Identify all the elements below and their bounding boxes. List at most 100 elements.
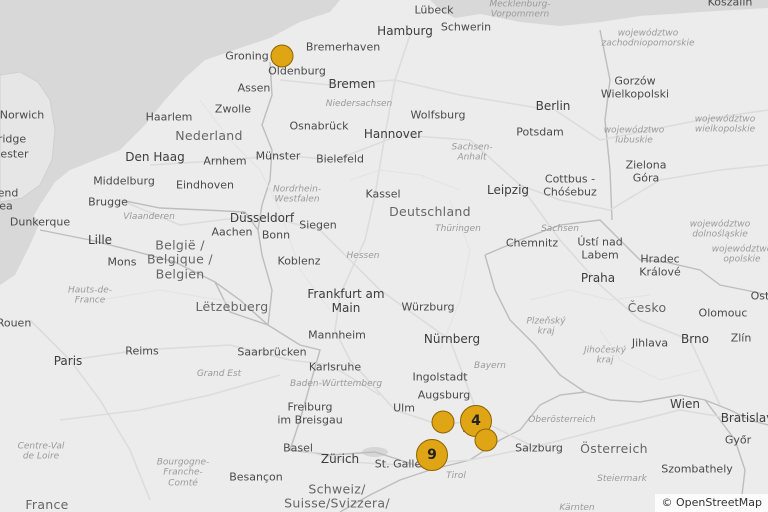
map-label-plzensky: Plzeňský kraj <box>526 316 566 337</box>
map-label-koszalin: Koszalin <box>707 0 753 9</box>
map-label-haarlem: Haarlem <box>145 110 193 124</box>
map-label-zuerich: Zürich <box>320 452 360 467</box>
map-label-salzburg: Salzburg <box>515 441 563 455</box>
map-label-koblenz: Koblenz <box>277 254 321 268</box>
map-label-frankfurt: Frankfurt am Main <box>307 287 385 315</box>
map-label-wien: Wien <box>670 397 700 412</box>
map-label-zachodnio: województwo zachodniopomorskie <box>601 28 695 49</box>
map-label-opolskie: województwo opolskie <box>711 244 768 265</box>
map-label-bremen: Bremen <box>328 77 376 92</box>
map-label-freiburg: Freiburg im Breisgau <box>277 400 343 426</box>
map-label-gorzow: Gorzów Wielkopolski <box>600 74 670 100</box>
map-label-centrevaldeloire: Centre-Val de Loire <box>17 441 65 462</box>
map-attribution[interactable]: © OpenStreetMap <box>655 494 768 512</box>
map-label-zlin: Zlín <box>730 331 752 345</box>
map-label-nederland: Nederland <box>175 127 243 143</box>
map-label-jihocesky: Jihočeský kraj <box>583 345 627 366</box>
map-label-cesko: Česko <box>627 299 667 315</box>
map-label-bonn: Bonn <box>261 228 291 242</box>
map-label-arnhem: Arnhem <box>203 154 247 168</box>
map-label-ulm: Ulm <box>393 401 415 415</box>
map-marker-groningen[interactable] <box>270 44 294 68</box>
map-label-wolfsburg: Wolfsburg <box>410 108 466 122</box>
map-label-hautsdefrance: Hauts-de- France <box>68 285 112 306</box>
map-label-steiermark: Steiermark <box>597 473 647 484</box>
map-label-karnten: Kärnten <box>559 502 595 512</box>
map-label-middelburg: Middelburg <box>93 174 155 188</box>
map-label-end: end <box>0 186 19 200</box>
map-label-aachen: Aachen <box>211 225 253 239</box>
map-label-france: France <box>25 496 69 512</box>
map-label-hradec: Hradec Králové <box>639 252 681 278</box>
map-label-schweiz: Schweiz/ Suisse/Svizzera/ <box>284 481 390 511</box>
map-label-mons: Mons <box>107 255 137 269</box>
map-label-berlin: Berlin <box>535 99 571 114</box>
map-label-tirol: Tirol <box>446 470 466 481</box>
map-label-deutschland: Deutschland <box>389 203 471 219</box>
map-label-thueringen: Thüringen <box>435 223 481 234</box>
map-label-belgie: België / Belgique / Belgien <box>147 237 213 282</box>
map-label-bayern: Bayern <box>474 360 506 371</box>
map-label-norwich: Norwich <box>0 108 45 122</box>
map-label-sachsen: Sachsen <box>541 223 579 234</box>
map-label-brno: Brno <box>681 332 709 347</box>
map-label-rouen: Rouen <box>0 316 32 330</box>
map-label-hessen: Hessen <box>346 250 380 261</box>
map-label-dunkerque: Dunkerque <box>9 215 71 229</box>
map-label-hamburg: Hamburg <box>377 24 433 39</box>
map-label-lille: Lille <box>87 233 113 248</box>
map-label-reims: Reims <box>125 344 159 358</box>
map-label-lubuskie: województwo lubuskie <box>603 125 665 146</box>
map-label-ost: Ost <box>750 289 768 303</box>
map-label-olomouc: Olomouc <box>698 306 748 320</box>
map-label-bawue: Baden-Württemberg <box>289 378 383 389</box>
map-label-siegen: Siegen <box>299 218 337 232</box>
map-label-zwolle: Zwolle <box>214 102 252 116</box>
map-label-schwerin: Schwerin <box>440 20 492 34</box>
map-label-chemnitz: Chemnitz <box>505 236 559 250</box>
map-label-groningen: Groning <box>225 49 269 63</box>
map-marker[interactable] <box>431 410 455 434</box>
map-label-osnabrueck: Osnabrück <box>289 119 349 133</box>
map-label-karlsruhe: Karlsruhe <box>308 360 362 374</box>
map-label-hester: hester <box>0 147 29 161</box>
map-label-mecklenburg: Mecklenburg- Vorpommern <box>489 0 551 20</box>
map-label-praha: Praha <box>580 271 616 286</box>
map-label-paris: Paris <box>53 354 83 369</box>
map-label-muenster: Münster <box>255 149 301 163</box>
map-label-augsburg: Augsburg <box>417 388 471 402</box>
map-cluster-marker[interactable]: 9 <box>416 439 448 471</box>
map-label-gyor: Győr <box>724 433 752 447</box>
map-label-bremerhaven: Bremerhaven <box>305 40 381 54</box>
map-label-luebeck: Lübeck <box>414 3 454 17</box>
map-label-ridge: ridge <box>0 132 27 146</box>
map-label-stgallen: St. Galle <box>374 457 422 471</box>
map-view[interactable]: Lübeck Mecklenburg- Vorpommern Koszalin Ham… <box>0 0 768 512</box>
map-label-zielona: Zielona Góra <box>625 158 667 184</box>
map-label-bourgogne: Bourgogne- Franche- Comté <box>156 457 210 489</box>
map-label-vlaanderen: Vlaanderen <box>123 211 175 222</box>
map-label-cottbus: Cottbus - Chóśebuz <box>543 172 597 198</box>
map-label-besancon: Besançon <box>229 470 283 484</box>
map-label-brugge: Brugge <box>88 195 128 209</box>
map-label-assen: Assen <box>237 81 271 95</box>
map-label-nrw: Nordrhein- Westfalen <box>272 184 322 205</box>
map-label-duesseldorf: Düsseldorf <box>229 211 295 226</box>
map-label-sachsenanhalt: Sachsen- Anhalt <box>451 142 493 163</box>
map-label-wuerzburg: Würzburg <box>401 300 455 314</box>
map-label-hannover: Hannover <box>363 127 423 142</box>
map-label-szombathely: Szombathely <box>661 462 733 476</box>
map-label-potsdam: Potsdam <box>516 125 564 139</box>
map-label-mannheim: Mannheim <box>308 328 366 342</box>
map-label-bielefeld: Bielefeld <box>316 152 364 166</box>
map-label-niedersachsen: Niedersachsen <box>325 98 393 109</box>
map-label-bratislava: Bratislav <box>720 411 768 426</box>
map-marker[interactable] <box>474 428 498 452</box>
map-label-eindhoven: Eindhoven <box>176 178 234 192</box>
map-label-leipzig: Leipzig <box>486 183 530 198</box>
marker-count: 4 <box>471 413 481 429</box>
map-label-denhaag: Den Haag <box>125 150 185 165</box>
map-label-oesterreich: Österreich <box>580 440 648 456</box>
map-label-ingolstadt: Ingolstadt <box>412 370 468 384</box>
map-label-ea: ea <box>0 199 13 213</box>
